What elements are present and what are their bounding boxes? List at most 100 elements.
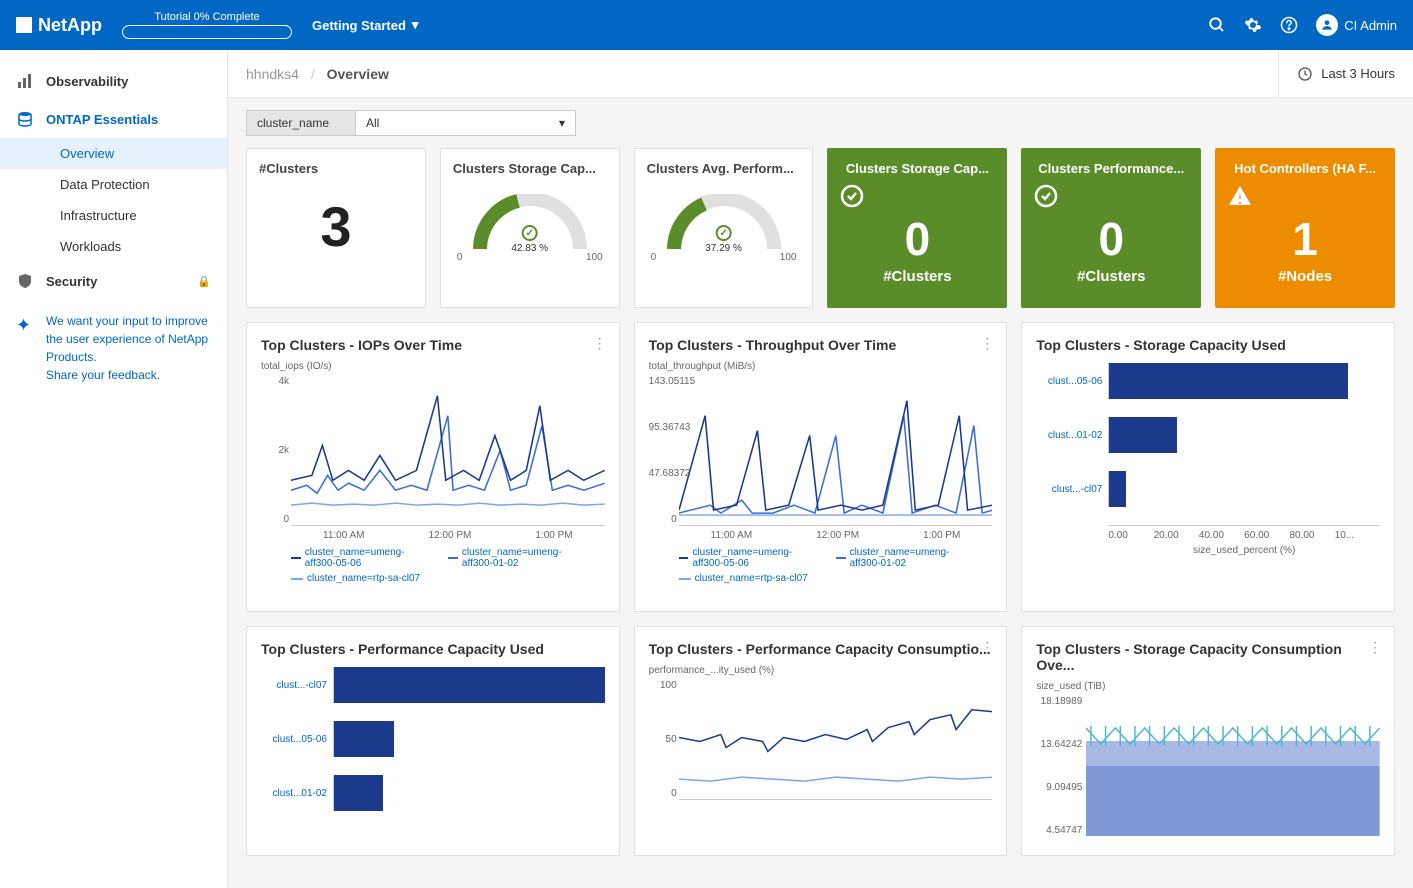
card-title: Clusters Storage Cap... [453,161,607,176]
kebab-menu-icon[interactable]: ⋮ [980,639,994,656]
sidebar-sub-infrastructure[interactable]: Infrastructure [0,200,227,231]
card-avg-perf-gauge[interactable]: Clusters Avg. Perform... ✓37.29 % 0100 [634,148,814,308]
card-label: #Nodes [1228,268,1382,285]
feedback-panel[interactable]: ✦ We want your input to improve the user… [0,300,227,396]
chart-perf-cap-used: Top Clusters - Performance Capacity Used… [246,626,620,856]
user-menu[interactable]: CI Admin [1316,14,1397,36]
chart-legend: cluster_name=umeng-aff300-05-06 cluster_… [291,547,605,584]
chart-storage-consumption: Top Clusters - Storage Capacity Consumpt… [1021,626,1395,856]
getting-started-dropdown[interactable]: Getting Started ▾ [312,17,418,33]
lock-icon: 🔒 [197,275,211,288]
chart-plot: 4k2k0 [291,376,605,526]
tutorial-progress[interactable]: Tutorial 0% Complete [122,11,292,39]
gauge: ✓37.29 % [664,194,784,254]
chart-title: Top Clusters - Storage Capacity Consumpt… [1036,641,1380,673]
filter-row: cluster_name All ▾ [228,98,1413,148]
feedback-text-1: We want your input to improve the user e… [46,312,211,366]
tutorial-label: Tutorial 0% Complete [154,11,259,23]
getting-started-label: Getting Started [312,18,406,33]
sidebar-item-label: Security [46,274,97,289]
time-range-label: Last 3 Hours [1321,66,1395,81]
breadcrumb-sep: / [311,66,315,82]
filter-select[interactable]: All ▾ [356,110,576,136]
sidebar-sub-overview[interactable]: Overview [0,138,227,169]
y-axis-label: total_iops (IO/s) [261,361,605,372]
chart-plot: 143.0511595.3674347.683720 [679,376,993,526]
card-label: #Clusters [840,268,994,285]
y-axis-label: total_throughput (MiB/s) [649,361,993,372]
chart-plot: 100500 [679,680,993,800]
hbar-chart: clust...05-06 clust...01-02 clust...-cl0… [1108,363,1380,556]
chart-plot: 18.1898913.642429.094954.54747 [1086,696,1380,836]
logo-text: NetApp [38,15,102,36]
chart-storage-used: Top Clusters - Storage Capacity Used clu… [1021,322,1395,612]
card-title: Clusters Avg. Perform... [647,161,801,176]
y-axis-label: performance_...ity_used (%) [649,665,993,676]
chart-title: Top Clusters - Storage Capacity Used [1036,337,1380,353]
logo[interactable]: NetApp [16,15,102,36]
warning-icon [1228,184,1382,208]
sidebar-item-security[interactable]: Security 🔒 [0,262,227,300]
card-hot-controllers[interactable]: Hot Controllers (HA F... 1 #Nodes [1215,148,1395,308]
sidebar-sub-data-protection[interactable]: Data Protection [0,169,227,200]
clock-icon [1297,66,1313,82]
page-title: Overview [327,66,389,82]
main-content: hhndks4 / Overview Last 3 Hours cluster_… [228,50,1413,888]
summary-cards: #Clusters 3 Clusters Storage Cap... ✓42.… [228,148,1413,322]
card-clusters-count[interactable]: #Clusters 3 [246,148,426,308]
filter-value: All [366,116,379,130]
chevron-down-icon: ▾ [412,17,419,33]
chart-legend: cluster_name=umeng-aff300-05-06 cluster_… [679,547,993,584]
card-value: 0 [1034,212,1188,266]
disks-icon [16,110,34,128]
check-icon: ✓ [716,225,732,241]
filter-field-label: cluster_name [246,110,356,136]
page-topbar: hhndks4 / Overview Last 3 Hours [228,50,1413,98]
search-icon[interactable] [1208,16,1226,34]
chart-title: Top Clusters - Performance Capacity Cons… [649,641,993,657]
card-label: #Clusters [1034,268,1188,285]
kebab-menu-icon[interactable]: ⋮ [593,335,607,352]
user-name: CI Admin [1344,18,1397,33]
chart-title: Top Clusters - Throughput Over Time [649,337,993,353]
avatar-icon [1316,14,1338,36]
hbar-chart: clust...-cl07 clust...05-06 clust...01-0… [333,667,605,811]
charts-row-1: Top Clusters - IOPs Over Time ⋮ total_io… [228,322,1413,626]
chart-title: Top Clusters - Performance Capacity Used [261,641,605,657]
app-header: NetApp Tutorial 0% Complete Getting Star… [0,0,1413,50]
kebab-menu-icon[interactable]: ⋮ [980,335,994,352]
card-storage-cap-status[interactable]: Clusters Storage Cap... 0 #Clusters [827,148,1007,308]
card-perf-status[interactable]: Clusters Performance... 0 #Clusters [1021,148,1201,308]
logo-icon [16,17,32,33]
gear-icon[interactable] [1244,16,1262,34]
sidebar-item-ontap-essentials[interactable]: ONTAP Essentials [0,100,227,138]
breadcrumb-root[interactable]: hhndks4 [246,66,299,82]
check-circle-icon [1034,184,1188,208]
chart-perf-cap-consumption: Top Clusters - Performance Capacity Cons… [634,626,1008,856]
chevron-down-icon: ▾ [559,116,565,130]
sidebar-item-label: Observability [46,74,128,89]
charts-row-2: Top Clusters - Performance Capacity Used… [228,626,1413,870]
time-range-picker[interactable]: Last 3 Hours [1278,50,1395,97]
bars-icon [16,72,34,90]
sidebar-item-label: ONTAP Essentials [46,112,158,127]
breadcrumb: hhndks4 / Overview [246,66,389,82]
sidebar-item-observability[interactable]: Observability [0,62,227,100]
card-value: 1 [1228,212,1382,266]
feedback-link[interactable]: Share your feedback. [46,366,211,384]
header-actions: CI Admin [1208,14,1397,36]
check-icon: ✓ [522,225,538,241]
help-icon[interactable] [1280,16,1298,34]
card-title: Clusters Performance... [1034,161,1188,176]
card-storage-cap-gauge[interactable]: Clusters Storage Cap... ✓42.83 % 0100 [440,148,620,308]
y-axis-label: size_used (TiB) [1036,681,1380,692]
card-title: Clusters Storage Cap... [840,161,994,176]
chart-throughput: Top Clusters - Throughput Over Time ⋮ to… [634,322,1008,612]
chart-title: Top Clusters - IOPs Over Time [261,337,605,353]
kebab-menu-icon[interactable]: ⋮ [1368,639,1382,656]
sidebar-sub-workloads[interactable]: Workloads [0,231,227,262]
tutorial-bar [122,25,292,39]
sparkle-icon: ✦ [16,312,31,339]
card-title: Hot Controllers (HA F... [1228,161,1382,176]
gauge: ✓42.83 % [470,194,590,254]
